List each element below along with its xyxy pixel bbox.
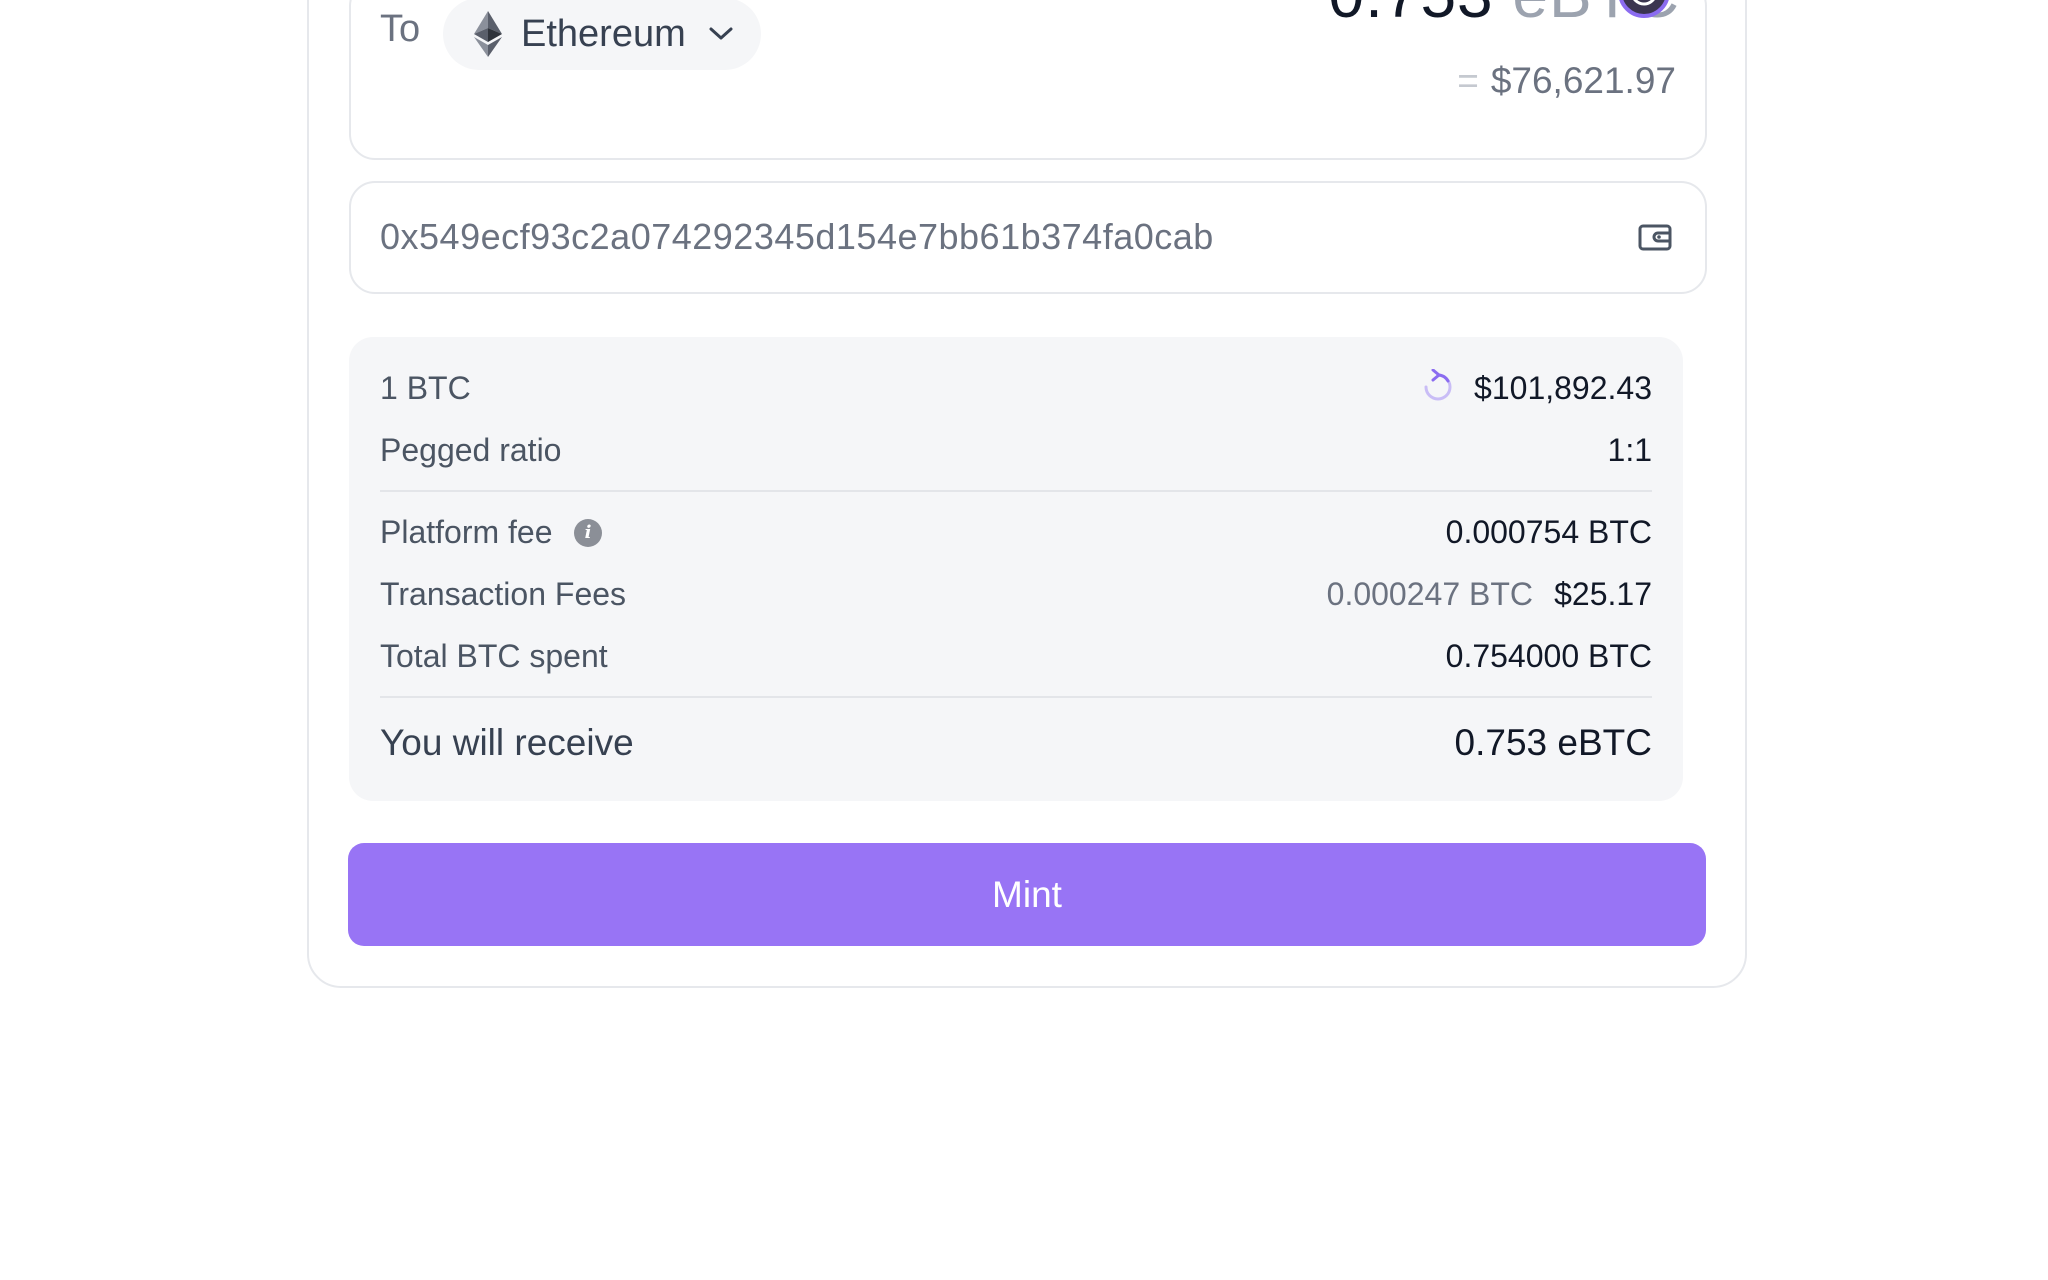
- equals-sign: =: [1457, 60, 1479, 101]
- address-value[interactable]: 0x549ecf93c2a074292345d154e7bb61b374fa0c…: [380, 216, 1214, 258]
- rate-value: $101,892.43: [1474, 370, 1652, 406]
- peg-value: 1:1: [1607, 432, 1652, 468]
- receive-label: You will receive: [380, 722, 634, 763]
- info-icon[interactable]: i: [574, 519, 602, 547]
- tx-fees-btc: 0.000247 BTC: [1326, 576, 1533, 612]
- ebtc-token-icon: [1619, 0, 1669, 18]
- receive-amount-number: 0.753: [1328, 0, 1493, 31]
- tx-fees-label: Transaction Fees: [380, 576, 627, 612]
- rate-label: 1 BTC: [380, 370, 471, 406]
- to-label: To: [380, 8, 421, 50]
- receive-value: 0.753 eBTC: [1454, 722, 1652, 763]
- chain-selector[interactable]: Ethereum: [443, 0, 761, 70]
- chain-name: Ethereum: [521, 12, 686, 55]
- refresh-icon[interactable]: [1420, 369, 1456, 405]
- platform-fee-label: Platform fee: [380, 514, 553, 550]
- ethereum-icon: [474, 11, 502, 57]
- wallet-icon[interactable]: [1638, 222, 1672, 252]
- mint-button[interactable]: Mint: [348, 843, 1706, 946]
- peg-label: Pegged ratio: [380, 432, 562, 468]
- usd-value: = $76,621.97: [1457, 60, 1676, 102]
- tx-fees-usd: $25.17: [1554, 576, 1652, 612]
- total-label: Total BTC spent: [380, 638, 608, 674]
- chevron-down-icon: [709, 27, 733, 40]
- divider: [380, 490, 1652, 492]
- platform-fee-value: 0.000754 BTC: [1445, 514, 1652, 550]
- divider: [380, 696, 1652, 698]
- usd-amount: $76,621.97: [1490, 60, 1676, 101]
- total-value: 0.754000 BTC: [1445, 638, 1652, 674]
